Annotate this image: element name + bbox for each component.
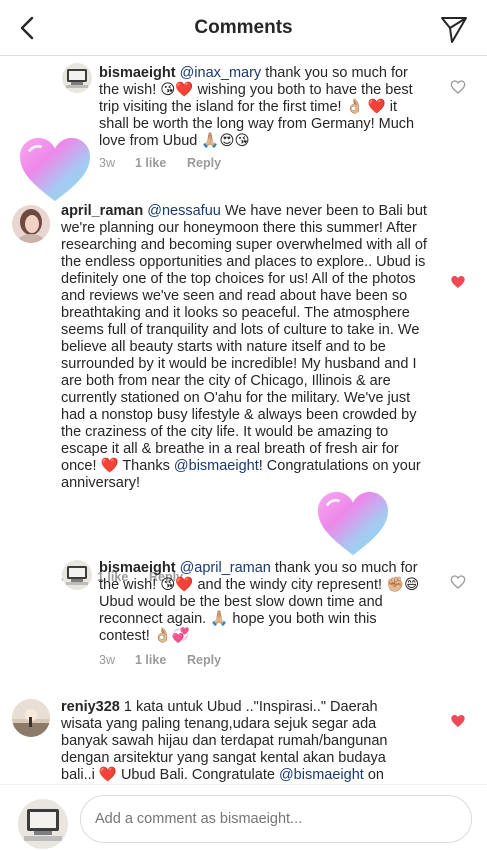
avatar[interactable] — [12, 205, 50, 243]
reply-button[interactable]: Reply — [187, 653, 221, 667]
comment-text: april_raman @nessafuu We have never been… — [61, 203, 427, 492]
comment-body: We have never been to Bali but we're pla… — [61, 203, 427, 474]
comment-time: 3w — [99, 653, 115, 667]
comment-likes[interactable]: 1 like — [135, 653, 187, 667]
page-title: Comments — [194, 17, 293, 38]
comment-input[interactable] — [80, 795, 472, 843]
avatar-image — [62, 560, 92, 590]
heart-filled-icon[interactable] — [450, 713, 466, 729]
avatar — [18, 799, 68, 849]
avatar[interactable] — [62, 560, 92, 590]
comment-likes[interactable]: 1 like — [135, 156, 187, 170]
heart-filled-icon[interactable] — [450, 274, 466, 290]
comment-username[interactable]: bismaeight — [99, 560, 176, 576]
reply-button[interactable]: Reply — [187, 156, 221, 170]
comment-item: bismaeight @april_raman thank you so muc… — [0, 554, 487, 679]
comment-item: april_raman @nessafuu We have never been… — [0, 197, 487, 584]
comment-text: bismaeight @april_raman thank you so muc… — [99, 560, 429, 645]
comment-item: reniy328 1 kata untuk Ubud .."Inspirasi.… — [0, 695, 487, 784]
heart-outline-icon[interactable] — [450, 79, 466, 95]
comment-username[interactable]: bismaeight — [99, 65, 176, 81]
heart-outline-icon[interactable] — [450, 574, 466, 590]
heart-sticker — [318, 491, 388, 556]
avatar[interactable] — [62, 63, 92, 93]
avatar-image — [62, 63, 92, 93]
comment-meta: 3w 1 like Reply — [99, 653, 221, 667]
heart-sticker — [20, 137, 90, 202]
comment-list[interactable]: bismaeight @inax_mary thank you so much … — [0, 57, 487, 784]
comment-mention[interactable]: @nessafuu — [147, 203, 221, 219]
header-bar: Comments — [0, 0, 487, 56]
avatar-image — [18, 799, 68, 849]
comment-mention[interactable]: @bismaeight — [174, 458, 259, 474]
comment-mention[interactable]: @inax_mary — [180, 65, 262, 81]
avatar[interactable] — [12, 699, 50, 737]
paper-plane-icon[interactable] — [439, 14, 469, 44]
comment-text: reniy328 1 kata untuk Ubud .."Inspirasi.… — [61, 699, 421, 784]
comment-composer — [0, 784, 487, 851]
avatar-image — [12, 205, 50, 243]
comment-mention[interactable]: @april_raman — [180, 560, 271, 576]
avatar-image — [12, 699, 50, 737]
comment-time: 3w — [99, 156, 115, 170]
comment-mention[interactable]: @bismaeight — [279, 767, 364, 783]
comment-username[interactable]: april_raman — [61, 203, 143, 219]
comment-meta: 3w 1 like Reply — [99, 156, 221, 170]
comment-body-end: on — [363, 767, 384, 783]
comment-username[interactable]: reniy328 — [61, 699, 120, 715]
comment-text: bismaeight @inax_mary thank you so much … — [99, 65, 424, 150]
